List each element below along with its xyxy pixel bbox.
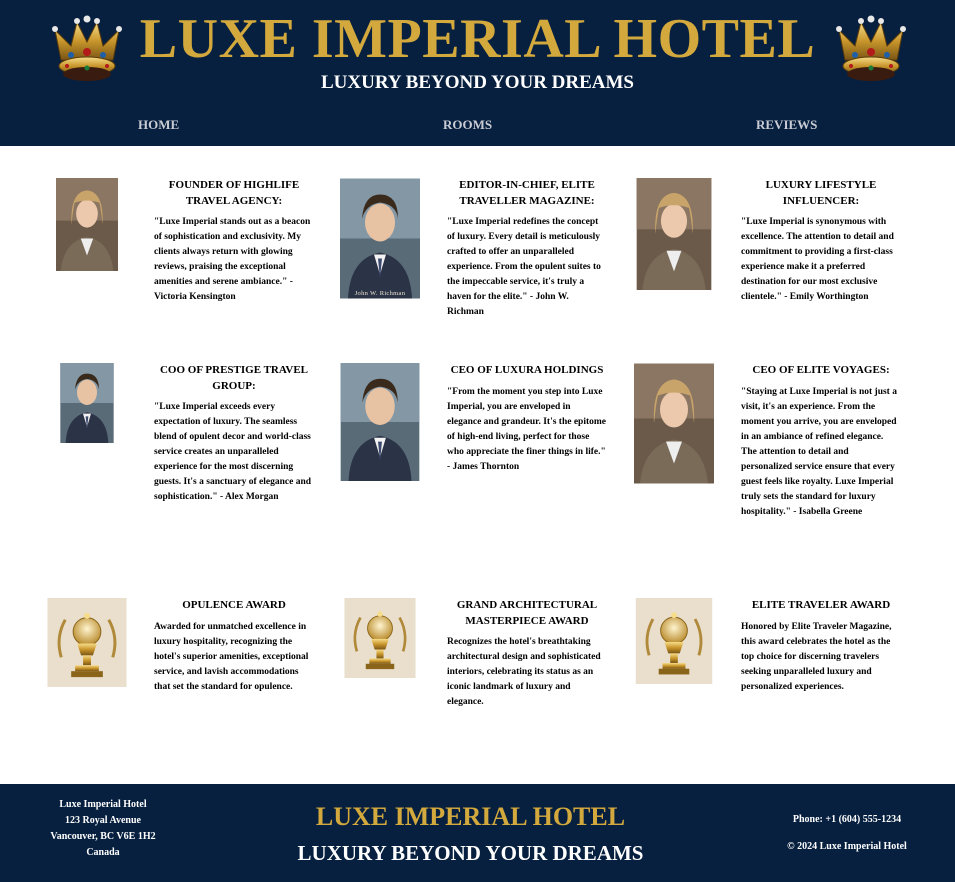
nav-reviews[interactable]: REVIEWS xyxy=(756,116,817,134)
award-text: Recognizes the hotel's breathtaking arch… xyxy=(447,637,601,707)
testimonial-photo xyxy=(47,178,127,271)
testimonial-title: FOUNDER OF HIGHLIFE TRAVEL AGENCY: xyxy=(168,179,300,207)
award-title: OPULENCE AWARD xyxy=(182,599,286,611)
testimonial-photo xyxy=(47,363,127,443)
testimonial-title: CEO OF ELITE VOYAGES: xyxy=(752,364,890,376)
testimonial-title: EDITOR-IN-CHIEF, ELITE TRAVELLER MAGAZIN… xyxy=(459,179,595,207)
testimonial-title: LUXURY LIFESTYLE INFLUENCER: xyxy=(765,179,877,207)
testimonial-text: "Luxe Imperial is synonymous with excell… xyxy=(741,217,894,302)
trophy-icon xyxy=(340,598,420,678)
testimonial-text: "Luxe Imperial stands out as a beacon of… xyxy=(154,217,311,302)
main-nav: HOME ROOMS REVIEWS xyxy=(0,116,955,136)
site-tagline: LUXURY BEYOND YOUR DREAMS xyxy=(320,72,635,93)
award-title: ELITE TRAVELER AWARD xyxy=(751,599,891,611)
testimonial-text: "From the moment you step into Luxe Impe… xyxy=(447,386,607,472)
footer-phone: Phone: +1 (604) 555-1234 xyxy=(792,814,902,825)
testimonial-photo: John W. Richman xyxy=(340,178,420,299)
award-text: Honored by Elite Traveler Magazine, this… xyxy=(741,621,892,692)
site-footer: Luxe Imperial Hotel 123 Royal Avenue Van… xyxy=(0,784,955,882)
testimonial-text: "Staying at Luxe Imperial is not just a … xyxy=(741,386,897,517)
award-title: GRAND ARCHITECTURAL MASTERPIECE AWARD xyxy=(456,599,598,627)
footer-copyright: © 2024 Luxe Imperial Hotel xyxy=(787,841,907,852)
testimonial-title: COO OF PRESTIGE TRAVEL GROUP: xyxy=(159,364,309,392)
testimonial-text: "Luxe Imperial redefines the concept of … xyxy=(447,217,601,317)
site-header: LUXE IMPERIAL HOTEL LUXURY BEYOND YOUR D… xyxy=(0,0,955,146)
award-text: Awarded for unmatched excellence in luxu… xyxy=(154,621,309,692)
photo-caption: John W. Richman xyxy=(354,290,406,297)
testimonial-title: CEO OF LUXURA HOLDINGS xyxy=(450,364,604,376)
testimonial-text: "Luxe Imperial exceeds every expectation… xyxy=(154,402,312,502)
nav-rooms[interactable]: ROOMS xyxy=(443,116,492,134)
testimonial-photo xyxy=(340,363,420,481)
testimonial-photo xyxy=(634,363,714,484)
trophy-icon xyxy=(47,598,127,687)
trophy-icon xyxy=(634,598,714,684)
site-title: LUXE IMPERIAL HOTEL xyxy=(139,8,816,70)
nav-home[interactable]: HOME xyxy=(138,116,179,134)
footer-contact: Phone: +1 (604) 555-1234 © 2024 Luxe Imp… xyxy=(772,812,922,855)
testimonial-photo xyxy=(634,178,714,290)
